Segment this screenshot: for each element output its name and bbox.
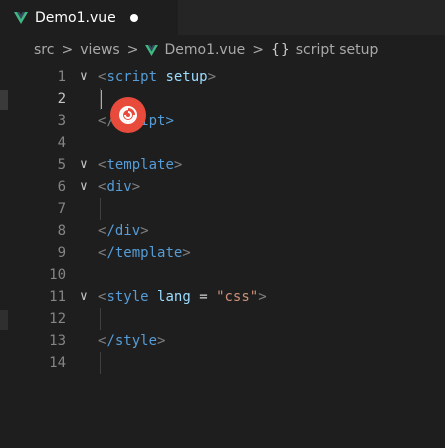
line-number: 13 [49, 333, 66, 349]
code-editor[interactable]: 1 ∨ <script setup> 2 3 </ ipt> 4 5 ∨ <te… [0, 66, 445, 448]
code-line: 6 ∨ <div> [0, 176, 445, 198]
code-line: 5 ∨ <template> [0, 154, 445, 176]
braces-icon: {} [270, 42, 291, 58]
breadcrumb-separator: > [126, 42, 139, 58]
tab-demo1-vue[interactable]: Demo1.vue [0, 0, 178, 35]
tab-bar: Demo1.vue [0, 0, 445, 35]
line-number: 11 [49, 289, 66, 305]
vue-logo-icon [14, 11, 28, 24]
breadcrumb-separator: > [61, 42, 74, 58]
fold-chevron-icon[interactable]: ∨ [80, 154, 88, 176]
spiral-logo-icon [119, 106, 137, 124]
code-text: <template> [98, 157, 183, 173]
line-number: 5 [57, 157, 66, 173]
breadcrumb-separator: > [252, 42, 264, 58]
line-number: 7 [57, 201, 66, 217]
code-line: 7 [0, 198, 445, 220]
breadcrumb-item-views[interactable]: views [80, 42, 120, 58]
line-number: 6 [57, 179, 66, 195]
unsaved-changes-dot-icon[interactable] [129, 13, 138, 22]
line-number: 1 [57, 69, 66, 85]
code-line: 4 [0, 132, 445, 154]
indent-guide [100, 352, 101, 374]
line-number: 10 [49, 267, 66, 283]
fold-chevron-icon[interactable]: ∨ [80, 176, 88, 198]
code-text: </style> [98, 333, 166, 349]
code-line: 13 </style> [0, 330, 445, 352]
indent-guide [100, 198, 101, 220]
code-line: 12 [0, 308, 445, 330]
fold-chevron-icon[interactable]: ∨ [80, 286, 88, 308]
code-line: 3 </ ipt> [0, 110, 445, 132]
code-line: 1 ∨ <script setup> [0, 66, 445, 88]
line-number: 14 [49, 355, 66, 371]
code-text: <div> [98, 179, 141, 195]
vue-logo-icon [145, 44, 159, 56]
line-number: 4 [57, 135, 66, 151]
fold-chevron-icon[interactable]: ∨ [80, 66, 88, 88]
line-number: 12 [49, 311, 66, 327]
code-line: 11 ∨ <style lang = "css"> [0, 286, 445, 308]
code-text: <script setup> [98, 69, 217, 85]
code-line: 9 </template> [0, 242, 445, 264]
code-line: 10 [0, 264, 445, 286]
code-text: <style lang = "css"> [98, 289, 267, 305]
code-text: </div> [98, 223, 149, 239]
code-line: 2 [0, 88, 445, 110]
tab-label: Demo1.vue [35, 9, 116, 26]
indent-guide [100, 88, 101, 110]
breadcrumb-item-src[interactable]: src [34, 42, 54, 58]
breadcrumb-item-script-setup[interactable]: script setup [296, 42, 379, 58]
line-number: 9 [57, 245, 66, 261]
code-line: 8 </div> [0, 220, 445, 242]
code-text: </template> [98, 245, 191, 261]
code-line: 14 [0, 352, 445, 374]
breadcrumb-item-file[interactable]: Demo1.vue [164, 42, 245, 58]
app-badge-icon[interactable] [110, 97, 146, 133]
line-number: 2 [57, 91, 66, 107]
breadcrumb: src > views > Demo1.vue > {} script setu… [0, 36, 445, 64]
line-number: 8 [57, 223, 66, 239]
indent-guide [100, 308, 101, 330]
line-number: 3 [57, 113, 66, 129]
